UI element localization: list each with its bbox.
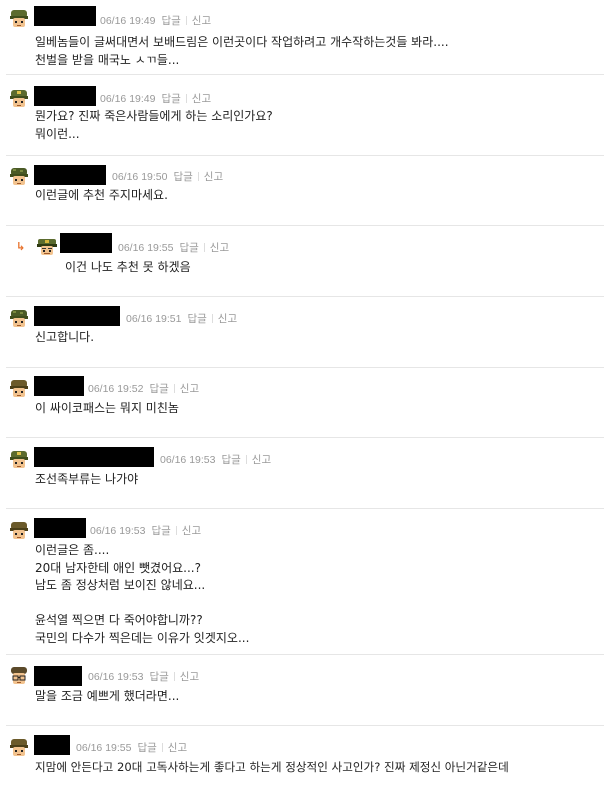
comment-line: 이런글은 좀....: [35, 543, 110, 557]
comment-time: 06/16 19:50: [112, 171, 168, 183]
author-name-redacted[interactable]: [34, 735, 70, 755]
report-button[interactable]: 신고: [210, 242, 229, 254]
comment-line: 신고합니다.: [35, 330, 95, 344]
divider: [161, 743, 163, 752]
divider: [185, 16, 187, 25]
soldier-avatar-icon[interactable]: [8, 308, 30, 330]
reply-arrow-icon: ↳: [16, 240, 26, 253]
comment-line: 이 싸이코패스는 뭐지 미친놈: [35, 401, 179, 415]
comment-text: 뭔가요? 진짜 죽은사람들에게 하는 소리인가요? 뭐이런...: [35, 108, 273, 143]
divider: [245, 455, 247, 464]
divider: [6, 225, 604, 226]
divider: [211, 314, 213, 323]
comment-list: 06/16 19:49 답글 신고 일베놈들이 글써대면서 보배드림은 이런곳이다 …: [0, 0, 610, 790]
reply-button[interactable]: 답글: [221, 454, 240, 466]
divider: [6, 296, 604, 297]
reply-button[interactable]: 답글: [151, 525, 170, 537]
comment-text: 이런글은 좀.... 20대 남자한테 애인 뺏겼어요...? 남도 좀 정상처럼 …: [35, 542, 249, 647]
comment-time: 06/16 19:53: [90, 525, 146, 537]
comment-line: 뭐이런...: [35, 126, 80, 141]
author-name-redacted[interactable]: [34, 165, 106, 185]
reply-button[interactable]: 답글: [161, 15, 180, 27]
report-button[interactable]: 신고: [192, 93, 211, 105]
comment-time: 06/16 19:53: [160, 454, 216, 466]
report-button[interactable]: 신고: [204, 171, 223, 183]
divider: [6, 508, 604, 509]
report-button[interactable]: 신고: [180, 671, 199, 683]
divider: [197, 172, 199, 181]
author-name-redacted[interactable]: [34, 518, 86, 538]
reply-button[interactable]: 답글: [161, 93, 180, 105]
comment-line: 윤석열 찍으면 다 죽어야합니까??: [35, 613, 203, 627]
reply-button[interactable]: 답글: [149, 671, 168, 683]
comment-line: 천벌을 받을 매국노 ㅅㄲ들...: [35, 52, 180, 67]
divider: [6, 155, 604, 156]
comment-line: 20대 남자한테 애인 뺏겼어요...?: [35, 560, 201, 575]
soldier-avatar-icon[interactable]: [8, 520, 30, 542]
comment-time: 06/16 19:53: [88, 671, 144, 683]
comment-text: 이건 나도 추천 못 하겠음: [65, 259, 191, 277]
reply-button[interactable]: 답글: [179, 242, 198, 254]
comment-time: 06/16 19:55: [118, 242, 174, 254]
comment-line: 이건 나도 추천 못 하겠음: [65, 260, 191, 274]
soldier-avatar-icon[interactable]: [8, 8, 30, 30]
report-button[interactable]: 신고: [168, 742, 187, 754]
comment-text: 신고합니다.: [35, 329, 94, 347]
author-name-redacted[interactable]: [34, 306, 120, 326]
comment-line: 일베놈들이 글써대면서 보배드림은 이런곳이다 작업하려고 개수작하는것들 봐라…: [35, 35, 449, 49]
reply-button[interactable]: 답글: [137, 742, 156, 754]
divider: [185, 94, 187, 103]
soldier-avatar-icon[interactable]: [8, 737, 30, 759]
author-name-redacted[interactable]: [34, 447, 154, 467]
comment-text: 조선족부류는 나가야: [35, 471, 138, 489]
comment-line: 조선족부류는 나가야: [35, 472, 139, 486]
author-name-redacted[interactable]: [60, 233, 112, 253]
comment-line: 남도 좀 정상처럼 보이진 않네요...: [35, 578, 206, 592]
author-name-redacted[interactable]: [34, 86, 96, 106]
comment-line: 뭔가요? 진짜 죽은사람들에게 하는 소리인가요?: [35, 109, 273, 123]
author-name-redacted[interactable]: [34, 666, 82, 686]
comment-text: 말을 조금 예쁘게 했더라면...: [35, 688, 179, 706]
divider: [173, 384, 175, 393]
soldier-avatar-icon[interactable]: [8, 378, 30, 400]
divider: [203, 243, 205, 252]
reply-button[interactable]: 답글: [149, 383, 168, 395]
report-button[interactable]: 신고: [218, 313, 237, 325]
comment-text: 이런글에 추천 주지마세요.: [35, 187, 168, 205]
comment-line: 지맘에 안든다고 20대 고독사하는게 좋다고 하는게 정상적인 사고인가? 진…: [35, 760, 509, 774]
comment-time: 06/16 19:51: [126, 313, 182, 325]
divider: [6, 725, 604, 726]
officer-avatar-icon[interactable]: [36, 236, 58, 258]
divider: [6, 74, 604, 75]
divider: [173, 672, 175, 681]
comment-line: 말을 조금 예쁘게 했더라면...: [35, 689, 180, 703]
comment-time: 06/16 19:49: [100, 15, 156, 27]
comment-text: 일베놈들이 글써대면서 보배드림은 이런곳이다 작업하려고 개수작하는것들 봐라…: [35, 34, 449, 69]
divider: [175, 526, 177, 535]
glasses-avatar-icon[interactable]: [8, 665, 30, 687]
report-button[interactable]: 신고: [252, 454, 271, 466]
author-name-redacted[interactable]: [34, 376, 84, 396]
soldier-avatar-icon[interactable]: [8, 88, 30, 110]
soldier-avatar-icon[interactable]: [8, 166, 30, 188]
author-name-redacted[interactable]: [34, 6, 96, 26]
comment-text: 이 싸이코패스는 뭐지 미친놈: [35, 400, 179, 418]
reply-button[interactable]: 답글: [173, 171, 192, 183]
report-button[interactable]: 신고: [182, 525, 201, 537]
report-button[interactable]: 신고: [180, 383, 199, 395]
soldier-avatar-icon[interactable]: [8, 449, 30, 471]
comment-time: 06/16 19:49: [100, 93, 156, 105]
comment-time: 06/16 19:55: [76, 742, 132, 754]
comment-text: 지맘에 안든다고 20대 고독사하는게 좋다고 하는게 정상적인 사고인가? 진…: [35, 759, 509, 777]
reply-button[interactable]: 답글: [187, 313, 206, 325]
comment-line: ​: [35, 595, 249, 613]
divider: [6, 654, 604, 655]
divider: [6, 437, 604, 438]
comment-line: 이런글에 추천 주지마세요.: [35, 188, 168, 202]
comment-time: 06/16 19:52: [88, 383, 144, 395]
divider: [6, 367, 604, 368]
comment-line: 국민의 다수가 찍은데는 이유가 잇겟지오...: [35, 630, 250, 645]
report-button[interactable]: 신고: [192, 15, 211, 27]
